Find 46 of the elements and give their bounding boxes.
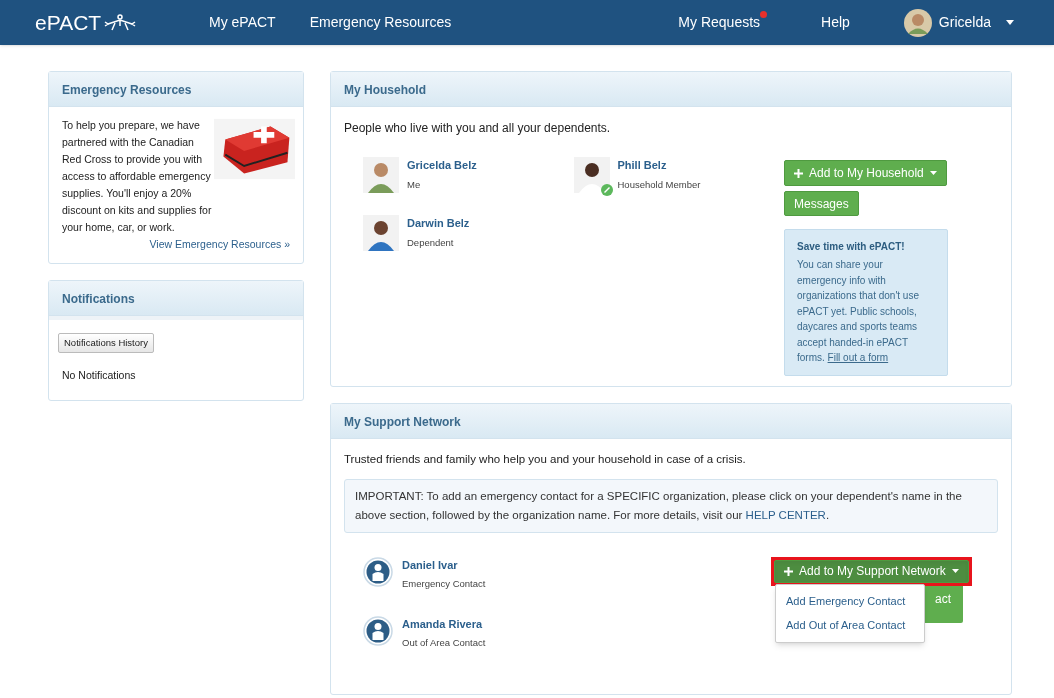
support-intro: Trusted friends and family who help you and your household in case of a crisis. (344, 451, 747, 467)
caret-icon (929, 171, 937, 175)
household-intro: People who live with you and all your dependents. (344, 120, 612, 137)
contact-role: Out of Area Contact (402, 636, 486, 650)
notifications-history-button[interactable]: Notifications History (58, 332, 154, 353)
menu-item[interactable]: Add Out of Area Contact (776, 613, 924, 638)
promo-text: To help you prepare, we have partnered with the Canadian Red Cross to provide you with access to affordable emergency supplies. You'll enjoy a 20% discount on kits and supplies for your home, car, or work. (62, 118, 212, 235)
member-role: Me (407, 177, 422, 192)
plus-icon (784, 566, 793, 576)
caret-icon (1006, 20, 1014, 25)
contact-name-link[interactable]: Amanda Rivera (402, 615, 486, 632)
tip-title: Save time with ePACT! (797, 240, 906, 254)
member-role: Household Member (617, 177, 701, 192)
person-photo-icon (363, 215, 399, 251)
panel-title: Emergency Resources (62, 83, 192, 97)
member-name-link[interactable]: Gricelda Belz (407, 157, 477, 174)
panel-title: My Support Network (344, 414, 461, 429)
help-center-link[interactable]: HELP CENTER (745, 508, 826, 521)
contact-role: Emergency Contact (402, 577, 486, 592)
contact-name-link[interactable]: Daniel Ivar (402, 556, 486, 574)
logo-people-icon (103, 13, 138, 32)
panel-title: My Household (344, 83, 426, 97)
user-menu[interactable]: Gricelda (903, 8, 1014, 37)
tip-text: You can share your emergency info with organizations that don't use ePACT yet. Public schools, daycares and sports teams accept handed-in ePACT forms. Fill out a form (797, 258, 920, 365)
nav-link[interactable]: Help (821, 12, 850, 33)
user-avatar-icon (903, 8, 932, 37)
person-photo-icon (573, 157, 610, 193)
nav-link[interactable]: Emergency Resources (309, 12, 452, 33)
person-avatar-icon (363, 615, 393, 646)
menu-item[interactable]: Add Emergency Contact (776, 588, 924, 614)
add-to-support-network-button[interactable]: Add to My Support Network (774, 559, 969, 583)
caret-icon (951, 569, 959, 574)
logo[interactable]: ePACT (35, 6, 102, 39)
view-resources-link[interactable]: View Emergency Resources » (62, 237, 290, 253)
nav-link[interactable]: My Requests (678, 12, 761, 33)
plus-icon (794, 168, 803, 178)
person-avatar-icon (363, 556, 393, 587)
member-name-link[interactable]: Phill Belz (617, 157, 701, 174)
member-name-link[interactable]: Darwin Belz (407, 215, 470, 232)
member-role: Dependent (407, 235, 455, 250)
nav-link[interactable]: My ePACT (209, 12, 276, 33)
panel-title: Notifications (62, 291, 135, 306)
person-photo-icon (363, 157, 399, 193)
fill-out-form-link[interactable]: Fill out a form (827, 352, 889, 363)
notice-text: IMPORTANT: To add an emergency contact for a SPECIFIC organization, please click on your dependent's name in the above section, followed by the organization name. For more details, visit our HELP CENTER. (355, 488, 963, 523)
empty-notifications-text: No Notifications (62, 368, 137, 383)
